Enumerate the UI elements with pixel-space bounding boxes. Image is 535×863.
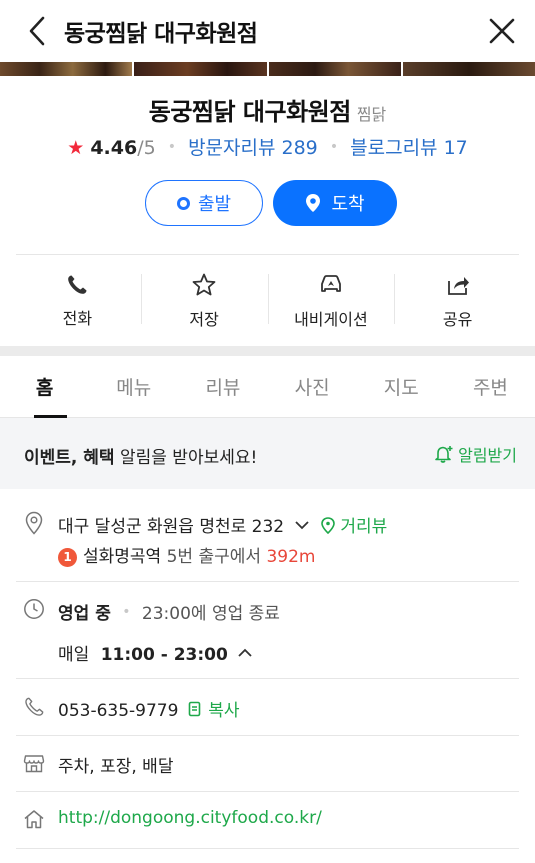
subway-distance: 392m bbox=[266, 547, 316, 567]
star-outline-icon bbox=[192, 273, 216, 296]
section-separator bbox=[0, 346, 535, 356]
street-view-pin-icon bbox=[321, 517, 335, 535]
phone-outline-icon bbox=[22, 695, 46, 719]
arrive-route-label: 도착 bbox=[331, 194, 365, 215]
separator-dot: • bbox=[329, 139, 339, 155]
visitor-reviews-link[interactable]: 방문자리뷰 289 bbox=[188, 137, 318, 159]
blog-reviews-link[interactable]: 블로그리뷰 17 bbox=[350, 137, 468, 159]
separator-dot: • bbox=[167, 139, 177, 155]
call-label: 전화 bbox=[62, 309, 93, 328]
star-icon: ★ bbox=[67, 137, 85, 159]
rating-max: /5 bbox=[137, 137, 156, 159]
subway-directions: 1 설화명곡역 5번 출구에서 392m bbox=[58, 542, 315, 567]
store-category: 찜닭 bbox=[356, 105, 387, 124]
subway-line-badge: 1 bbox=[58, 548, 77, 567]
clock-icon bbox=[22, 597, 46, 621]
business-status: 영업 중 • 23:00에 영업 종료 bbox=[58, 599, 280, 624]
subway-exit: 5번 출구에서 bbox=[161, 547, 267, 567]
closing-time: 23:00에 영업 종료 bbox=[141, 604, 280, 624]
top-bar: 동궁찜닭 대구화원점 bbox=[0, 0, 535, 62]
subscribe-alert-label: 알림받기 bbox=[458, 446, 517, 465]
website-row: http://dongoong.cityfood.co.kr/ bbox=[0, 792, 535, 848]
save-action[interactable]: 저장 bbox=[140, 256, 268, 346]
back-button[interactable] bbox=[22, 14, 52, 48]
notification-banner: 이벤트, 혜택 알림을 받아보세요! 알림받기 bbox=[0, 418, 535, 489]
hours-day: 매일 bbox=[58, 645, 90, 665]
open-status: 영업 중 bbox=[58, 604, 111, 624]
rating-row: ★ 4.46/5 • 방문자리뷰 289 • 블로그리뷰 17 bbox=[0, 133, 535, 160]
share-action[interactable]: 공유 bbox=[394, 256, 521, 346]
tab-nearby[interactable]: 주변 bbox=[446, 356, 535, 417]
home-icon bbox=[22, 807, 46, 831]
phone-row: 053-635-9779 복사 bbox=[0, 679, 535, 735]
phone-number[interactable]: 053-635-9779 bbox=[58, 701, 178, 721]
separator-dot: • bbox=[122, 604, 131, 620]
navigation-label: 내비게이션 bbox=[294, 310, 368, 329]
navigation-action[interactable]: 내비게이션 bbox=[267, 256, 395, 346]
chevron-left-icon bbox=[29, 16, 45, 46]
rating-value: 4.46 bbox=[90, 137, 138, 159]
origin-dot-icon bbox=[176, 196, 190, 210]
tab-menu[interactable]: 메뉴 bbox=[89, 356, 178, 417]
website-link[interactable]: http://dongoong.cityfood.co.kr/ bbox=[58, 808, 322, 828]
amenities-text: 주차, 포장, 배달 bbox=[58, 757, 174, 777]
chevron-up-icon[interactable] bbox=[237, 647, 253, 659]
chevron-down-icon[interactable] bbox=[294, 519, 310, 531]
start-route-label: 출발 bbox=[197, 194, 232, 215]
store-photo[interactable] bbox=[134, 62, 267, 76]
divider bbox=[16, 848, 519, 849]
street-view-label: 거리뷰 bbox=[340, 517, 388, 537]
address-row: 대구 달성군 화원읍 명천로 232 거리뷰 1 설화명곡역 5번 출구에서 39… bbox=[0, 508, 535, 583]
action-bar: 전화 저장 내비게이션 공유 bbox=[14, 256, 521, 346]
subscribe-alert-button[interactable]: 알림받기 bbox=[434, 442, 517, 466]
hours-row: 영업 중 • 23:00에 영업 종료 매일 11:00 - 23:00 bbox=[0, 582, 535, 678]
tab-photos[interactable]: 사진 bbox=[268, 356, 357, 417]
tab-map[interactable]: 지도 bbox=[357, 356, 446, 417]
call-action[interactable]: 전화 bbox=[14, 256, 141, 346]
location-pin-outline-icon bbox=[22, 511, 46, 535]
copy-label: 복사 bbox=[208, 701, 240, 721]
photo-strip[interactable] bbox=[0, 62, 535, 76]
notification-rest-text: 알림을 받아보세요! bbox=[114, 448, 258, 468]
store-photo[interactable] bbox=[268, 62, 401, 76]
tab-home[interactable]: 홈 bbox=[0, 356, 89, 418]
store-photo[interactable] bbox=[402, 62, 535, 76]
tab-reviews[interactable]: 리뷰 bbox=[178, 356, 267, 417]
divider bbox=[16, 254, 519, 255]
arrive-route-button[interactable]: 도착 bbox=[273, 180, 397, 226]
notification-text: 이벤트, 혜택 알림을 받아보세요! bbox=[24, 443, 257, 468]
share-label: 공유 bbox=[442, 310, 473, 329]
header-title: 동궁찜닭 대구화원점 bbox=[64, 21, 258, 47]
start-route-button[interactable]: 출발 bbox=[145, 180, 263, 226]
bell-plus-icon bbox=[435, 446, 453, 463]
hours-time: 11:00 - 23:00 bbox=[100, 645, 228, 665]
store-title-row: 동궁찜닭 대구화원점 찜닭 bbox=[0, 92, 535, 127]
notification-bold-text: 이벤트, 혜택 bbox=[24, 448, 115, 468]
phone-icon bbox=[68, 275, 87, 294]
tab-bar: 홈 메뉴 리뷰 사진 지도 주변 bbox=[0, 356, 535, 418]
share-icon bbox=[447, 277, 469, 295]
location-pin-icon bbox=[306, 194, 321, 212]
hours-detail[interactable]: 매일 11:00 - 23:00 bbox=[58, 640, 253, 665]
store-photo[interactable] bbox=[0, 62, 133, 76]
store-name: 동궁찜닭 대구화원점 bbox=[148, 98, 352, 126]
close-icon bbox=[489, 18, 515, 44]
copy-phone-button[interactable]: 복사 bbox=[188, 701, 240, 721]
close-button[interactable] bbox=[485, 14, 519, 48]
save-label: 저장 bbox=[189, 310, 219, 329]
copy-icon bbox=[188, 701, 201, 717]
street-view-link[interactable]: 거리뷰 bbox=[321, 517, 387, 537]
address-text[interactable]: 대구 달성군 화원읍 명천로 232 bbox=[58, 517, 284, 537]
address-line: 대구 달성군 화원읍 명천로 232 거리뷰 bbox=[58, 512, 387, 537]
car-navigation-icon bbox=[320, 275, 341, 292]
phone-line: 053-635-9779 복사 bbox=[58, 696, 240, 721]
store-icon bbox=[22, 751, 46, 775]
subway-station: 설화명곡역 bbox=[83, 547, 162, 567]
amenities-row: 주차, 포장, 배달 bbox=[0, 736, 535, 791]
